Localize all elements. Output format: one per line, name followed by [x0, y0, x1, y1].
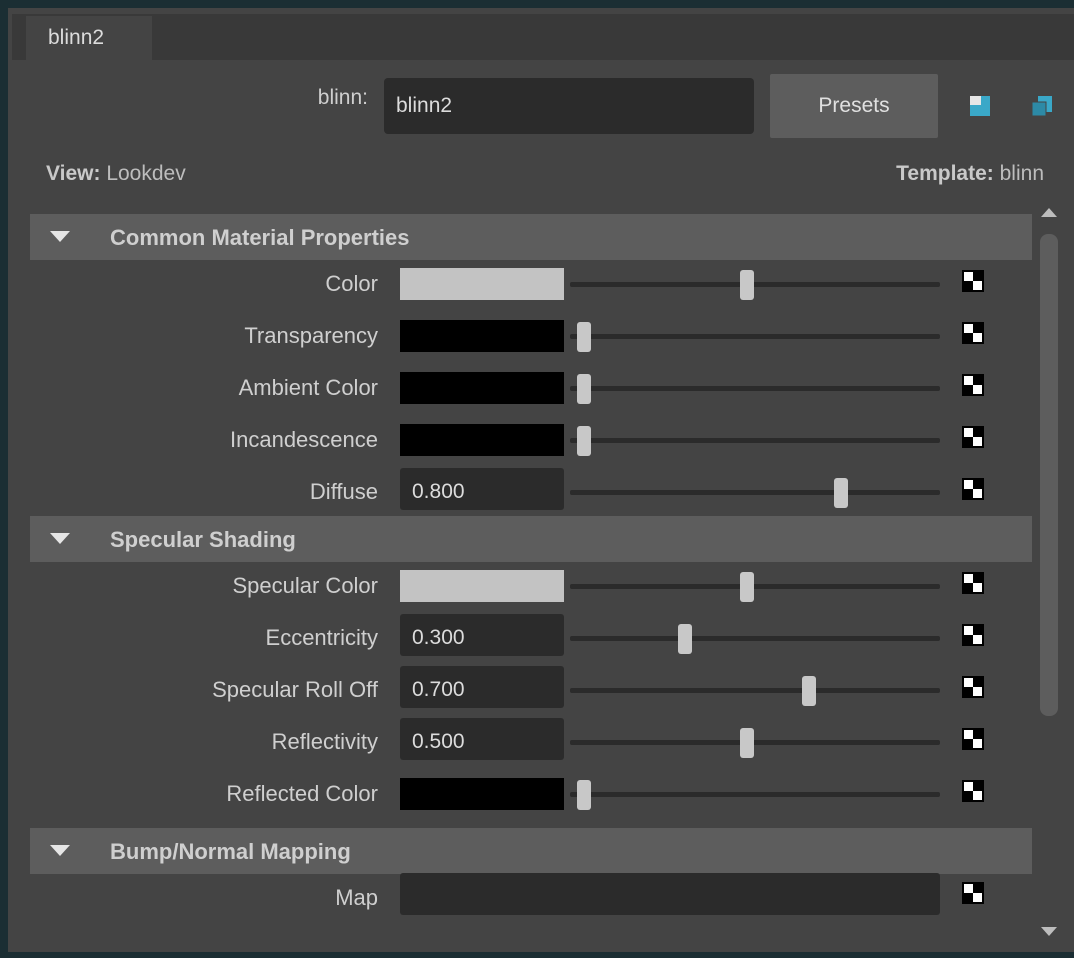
slider-handle-ambient-color[interactable]	[577, 374, 591, 404]
template-value: blinn	[999, 162, 1044, 185]
map-button-checker-icon[interactable]	[962, 624, 984, 646]
slider-handle-reflectivity[interactable]	[740, 728, 754, 758]
color-swatch-incandescence[interactable]	[400, 424, 564, 456]
color-swatch-reflected-color[interactable]	[400, 778, 564, 810]
show-input-output-icon[interactable]	[968, 94, 992, 118]
attr-label-color: Color	[325, 271, 378, 296]
attr-label-eccentricity: Eccentricity	[265, 625, 378, 650]
section-title: Bump/Normal Mapping	[110, 839, 351, 864]
slider-handle-color[interactable]	[740, 270, 754, 300]
view-indicator: View: Lookdev	[46, 162, 186, 186]
number-field-reflectivity[interactable]: 0.500	[400, 718, 564, 760]
attr-label-reflected-color: Reflected Color	[226, 781, 378, 806]
slider-handle-specular-color[interactable]	[740, 572, 754, 602]
slider-track-specular-roll-off[interactable]	[570, 688, 940, 693]
scroll-down-icon[interactable]	[1041, 927, 1057, 936]
slider-handle-specular-roll-off[interactable]	[802, 676, 817, 706]
map-button-checker-icon[interactable]	[962, 780, 984, 802]
template-prefix: Template:	[896, 162, 994, 185]
slider-handle-incandescence[interactable]	[577, 426, 591, 456]
map-button-checker-icon[interactable]	[962, 572, 984, 594]
map-field[interactable]	[400, 873, 940, 915]
collapse-triangle-icon[interactable]	[50, 533, 70, 544]
tab-blinn2[interactable]: blinn2	[26, 16, 152, 60]
attr-label-specular-roll-off: Specular Roll Off	[212, 677, 378, 702]
section-header[interactable]: Common Material Properties	[30, 214, 1032, 260]
attr-label-map: Map	[335, 885, 378, 910]
color-swatch-color[interactable]	[400, 268, 564, 300]
scroll-thumb[interactable]	[1040, 234, 1058, 716]
view-value: Lookdev	[106, 162, 186, 185]
slider-track-eccentricity[interactable]	[570, 636, 940, 641]
section-title: Common Material Properties	[110, 225, 410, 250]
attr-label-specular-color: Specular Color	[232, 573, 378, 598]
slider-handle-reflected-color[interactable]	[577, 780, 591, 810]
slider-track-reflected-color[interactable]	[570, 792, 940, 797]
map-button-checker-icon[interactable]	[962, 676, 984, 698]
map-button-checker-icon[interactable]	[962, 374, 984, 396]
attribute-scroll-area[interactable]: Common Material Properties Color Transpare…	[30, 204, 1066, 944]
slider-handle-transparency[interactable]	[577, 322, 591, 352]
template-indicator: Template: blinn	[896, 162, 1044, 186]
number-field-specular-roll-off[interactable]: 0.700	[400, 666, 564, 708]
color-swatch-transparency[interactable]	[400, 320, 564, 352]
slider-track-diffuse[interactable]	[570, 490, 940, 495]
node-type-label: blinn:	[317, 86, 368, 109]
section-header[interactable]: Bump/Normal Mapping	[30, 828, 1032, 874]
number-field-diffuse[interactable]: 0.800	[400, 468, 564, 510]
section-header[interactable]: Specular Shading	[30, 516, 1032, 562]
view-prefix: View:	[46, 162, 101, 185]
map-button-checker-icon[interactable]	[962, 426, 984, 448]
collapse-triangle-icon[interactable]	[50, 845, 70, 856]
presets-button[interactable]: Presets	[770, 74, 938, 138]
slider-track-color[interactable]	[570, 282, 940, 287]
attr-label-transparency: Transparency	[244, 323, 378, 348]
copy-tab-icon[interactable]	[1030, 94, 1054, 118]
map-button-checker-icon[interactable]	[962, 322, 984, 344]
color-swatch-ambient-color[interactable]	[400, 372, 564, 404]
slider-track-incandescence[interactable]	[570, 438, 940, 443]
map-button-checker-icon[interactable]	[962, 882, 984, 904]
slider-track-specular-color[interactable]	[570, 584, 940, 589]
number-field-eccentricity[interactable]: 0.300	[400, 614, 564, 656]
vertical-scrollbar[interactable]	[1034, 204, 1062, 944]
tab-bar	[12, 14, 1074, 60]
slider-track-reflectivity[interactable]	[570, 740, 940, 745]
attr-label-reflectivity: Reflectivity	[271, 729, 378, 754]
color-swatch-specular-color[interactable]	[400, 570, 564, 602]
map-button-checker-icon[interactable]	[962, 478, 984, 500]
section-title: Specular Shading	[110, 527, 296, 552]
map-button-checker-icon[interactable]	[962, 728, 984, 750]
attr-label-ambient-color: Ambient Color	[238, 375, 378, 400]
attr-label-incandescence: Incandescence	[230, 427, 378, 452]
attr-label-diffuse: Diffuse	[309, 479, 378, 504]
collapse-triangle-icon[interactable]	[50, 231, 70, 242]
slider-handle-eccentricity[interactable]	[677, 624, 692, 654]
map-button-checker-icon[interactable]	[962, 270, 984, 292]
slider-handle-diffuse[interactable]	[833, 478, 848, 508]
scroll-up-icon[interactable]	[1041, 208, 1057, 217]
slider-track-transparency[interactable]	[570, 334, 940, 339]
slider-track-ambient-color[interactable]	[570, 386, 940, 391]
node-name-field[interactable]: blinn2	[384, 78, 754, 134]
